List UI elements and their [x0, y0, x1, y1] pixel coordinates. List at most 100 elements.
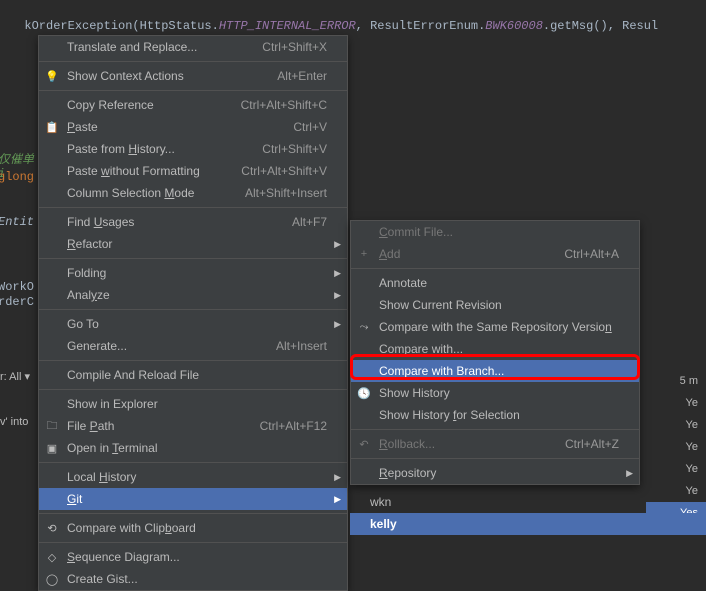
blank-icon [43, 214, 61, 230]
menu-item-shortcut: Ctrl+Alt+Shift+C [241, 98, 327, 112]
menu-item-git[interactable]: Git▶ [39, 488, 347, 510]
menu-separator [39, 90, 347, 91]
menu-item-shortcut: Ctrl+Alt+Shift+V [241, 164, 327, 178]
menu-item-label: Show in Explorer [67, 397, 327, 411]
menu-item-rollback: ↶Rollback...Ctrl+Alt+Z [351, 433, 639, 455]
menu-item-add: +AddCtrl+Alt+A [351, 243, 639, 265]
menu-item-sequence-diagram[interactable]: ◇Sequence Diagram... [39, 546, 347, 568]
🗀-icon: 🗀 [43, 418, 61, 434]
submenu-arrow-icon: ▶ [334, 239, 341, 250]
blank-icon [43, 236, 61, 252]
menu-item-label: Compile And Reload File [67, 368, 327, 382]
menu-item-find-usages[interactable]: Find Usages Alt+F7 [39, 211, 347, 233]
menu-separator [39, 542, 347, 543]
menu-item-shortcut: Alt+F7 [292, 215, 327, 229]
menu-item-commit-file: Commit File... [351, 221, 639, 243]
blank-icon [355, 297, 373, 313]
vcs-log-table[interactable]: wkn kelly [350, 491, 706, 535]
menu-item-label: Paste from History... [67, 142, 242, 156]
submenu-arrow-icon: ▶ [626, 468, 633, 479]
submenu-arrow-icon: ▶ [334, 290, 341, 301]
menu-separator [39, 513, 347, 514]
blank-icon [43, 185, 61, 201]
menu-item-file-path[interactable]: 🗀File PathCtrl+Alt+F12 [39, 415, 347, 437]
filter-dropdown[interactable]: r: All ▾ [0, 370, 40, 383]
menu-item-go-to[interactable]: Go To ▶ [39, 313, 347, 335]
submenu-arrow-icon: ▶ [334, 319, 341, 330]
blank-icon [43, 491, 61, 507]
⤳-icon: ⤳ [355, 319, 373, 335]
menu-item-analyze[interactable]: Analyze▶ [39, 284, 347, 306]
submenu-arrow-icon: ▶ [334, 472, 341, 483]
table-row: wkn [350, 491, 706, 513]
menu-separator [39, 61, 347, 62]
menu-item-compare-with-the-same-repository-version[interactable]: ⤳ Compare with the Same Repository Versio… [351, 316, 639, 338]
menu-item-shortcut: Ctrl+Shift+X [262, 40, 327, 54]
menu-item-show-context-actions[interactable]: 💡 Show Context Actions Alt+Enter [39, 65, 347, 87]
menu-item-refactor[interactable]: Refactor▶ [39, 233, 347, 255]
menu-item-show-current-revision[interactable]: Show Current Revision [351, 294, 639, 316]
menu-item-paste-without-formatting[interactable]: Paste without FormattingCtrl+Alt+Shift+V [39, 160, 347, 182]
menu-item-paste-from-history[interactable]: Paste from History... Ctrl+Shift+V [39, 138, 347, 160]
editor-context-menu[interactable]: Translate and Replace... Ctrl+Shift+X 💡 Sho… [38, 35, 348, 591]
▣-icon: ▣ [43, 440, 61, 456]
menu-item-column-selection-mode[interactable]: Column Selection ModeAlt+Shift+Insert [39, 182, 347, 204]
menu-item-local-history[interactable]: Local History▶ [39, 466, 347, 488]
menu-item-label: Compare with the Same Repository Version [379, 320, 619, 334]
menu-item-label: Compare with Branch... [379, 364, 619, 378]
blank-icon [355, 407, 373, 423]
menu-item-shortcut: Ctrl+Alt+A [564, 247, 619, 261]
menu-item-label: Translate and Replace... [67, 40, 242, 54]
menu-item-label: Generate... [67, 339, 256, 353]
+-icon: + [355, 246, 373, 262]
blank-icon [355, 363, 373, 379]
menu-item-shortcut: Ctrl+Shift+V [262, 142, 327, 156]
menu-item-label: Rollback... [379, 437, 545, 451]
menu-item-shortcut: Alt+Enter [277, 69, 327, 83]
menu-item-show-history[interactable]: 🕓Show History [351, 382, 639, 404]
table-row: kelly [350, 513, 706, 535]
↶-icon: ↶ [355, 436, 373, 452]
blank-icon [43, 469, 61, 485]
menu-item-folding[interactable]: Folding▶ [39, 262, 347, 284]
menu-item-shortcut: Alt+Insert [276, 339, 327, 353]
menu-item-label: Show Context Actions [67, 69, 257, 83]
menu-item-paste[interactable]: 📋PasteCtrl+V [39, 116, 347, 138]
menu-item-generate[interactable]: Generate... Alt+Insert [39, 335, 347, 357]
menu-item-label: Annotate [379, 276, 619, 290]
menu-item-open-in-terminal[interactable]: ▣ Open in Terminal [39, 437, 347, 459]
menu-item-copy-reference[interactable]: Copy Reference Ctrl+Alt+Shift+C [39, 94, 347, 116]
menu-item-annotate[interactable]: Annotate [351, 272, 639, 294]
menu-item-compare-with[interactable]: Compare with... [351, 338, 639, 360]
menu-item-compare-with-branch[interactable]: Compare with Branch... [351, 360, 639, 382]
menu-item-compare-with-clipboard[interactable]: ⟲Compare with Clipboard [39, 517, 347, 539]
submenu-arrow-icon: ▶ [334, 494, 341, 505]
menu-separator [351, 429, 639, 430]
blank-icon [43, 265, 61, 281]
menu-separator [39, 360, 347, 361]
blank-icon [43, 97, 61, 113]
menu-item-shortcut: Alt+Shift+Insert [245, 186, 327, 200]
blank-icon [43, 163, 61, 179]
menu-separator [39, 258, 347, 259]
menu-item-translate-and-replace[interactable]: Translate and Replace... Ctrl+Shift+X [39, 36, 347, 58]
menu-item-label: Repository [379, 466, 619, 480]
menu-item-compile-and-reload-file[interactable]: Compile And Reload File [39, 364, 347, 386]
git-submenu[interactable]: Commit File...+AddCtrl+Alt+A Annotate Show… [350, 220, 640, 485]
menu-item-create-gist[interactable]: ◯Create Gist... [39, 568, 347, 590]
menu-item-repository[interactable]: Repository ▶ [351, 462, 639, 484]
menu-item-label: Find Usages [67, 215, 272, 229]
blank-icon [43, 367, 61, 383]
menu-item-shortcut: Ctrl+V [293, 120, 327, 134]
menu-item-label: Open in Terminal [67, 441, 327, 455]
blank-icon [355, 275, 373, 291]
menu-item-label: Show History [379, 386, 619, 400]
menu-item-label: Copy Reference [67, 98, 221, 112]
menu-item-show-in-explorer[interactable]: Show in Explorer [39, 393, 347, 415]
menu-separator [351, 458, 639, 459]
💡-icon: 💡 [43, 68, 61, 84]
menu-item-label: Go To [67, 317, 327, 331]
blank-icon [43, 287, 61, 303]
menu-item-show-history-for-selection[interactable]: Show History for Selection [351, 404, 639, 426]
menu-item-label: Paste [67, 120, 273, 134]
